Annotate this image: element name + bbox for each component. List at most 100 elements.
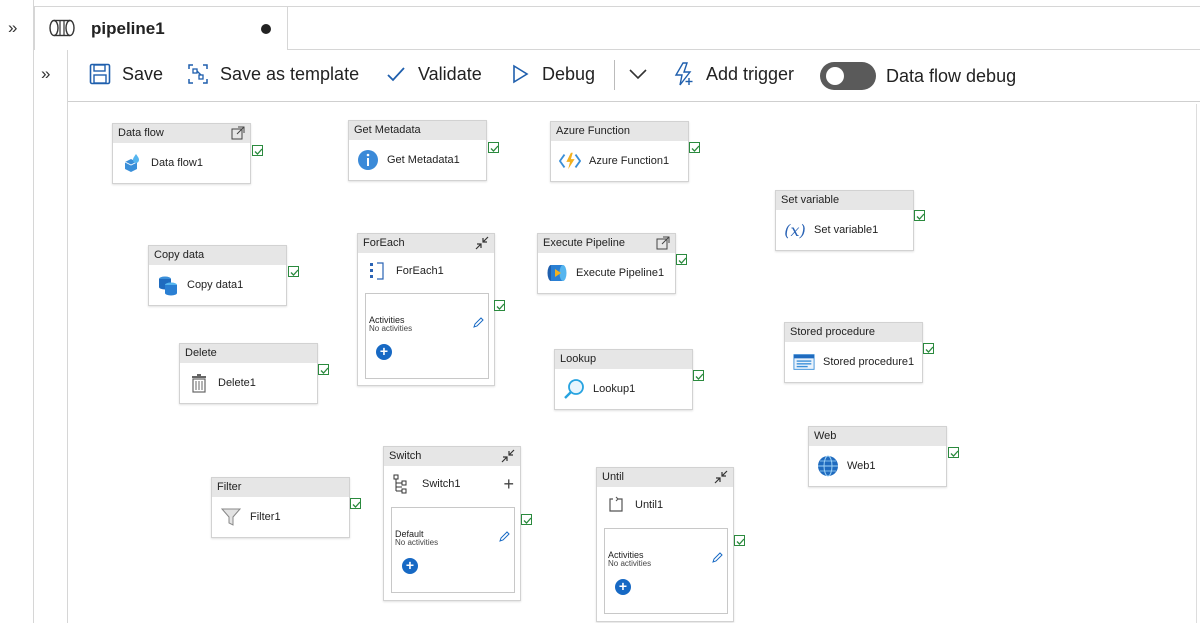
activity-foreach[interactable]: ForEach ForEach1 Activities No activitie… xyxy=(357,233,495,386)
activity-stored-procedure[interactable]: Stored procedure Stored procedure1 xyxy=(784,322,923,383)
collapse-icon[interactable] xyxy=(501,449,515,463)
activity-delete[interactable]: Delete Delete1 xyxy=(179,343,318,404)
activity-copy-data[interactable]: Copy data Copy data1 xyxy=(148,245,287,306)
expand-factory-icon[interactable]: » xyxy=(8,18,17,38)
activity-type-label: Copy data xyxy=(154,249,205,261)
activity-name: Delete1 xyxy=(218,377,256,389)
save-as-template-button[interactable]: Save as template xyxy=(186,62,359,86)
debug-button[interactable]: Debug xyxy=(508,62,595,86)
valid-check-icon xyxy=(734,535,745,546)
pencil-icon[interactable] xyxy=(498,531,510,543)
activity-name: Copy data1 xyxy=(187,279,244,291)
switch-icon xyxy=(392,473,414,495)
activity-web[interactable]: Web Web1 xyxy=(808,426,947,487)
save-button[interactable]: Save xyxy=(88,62,163,86)
inner-sublabel: No activities xyxy=(369,324,413,333)
valid-check-icon xyxy=(494,300,505,311)
variable-icon: (𝑥) xyxy=(784,220,806,240)
until-icon xyxy=(605,494,627,516)
inner-sublabel: No activities xyxy=(608,559,652,568)
activity-name: Azure Function1 xyxy=(589,155,670,167)
tab-divider xyxy=(288,6,1200,7)
pencil-icon[interactable] xyxy=(472,317,484,329)
activity-lookup[interactable]: Lookup Lookup1 xyxy=(554,349,693,410)
azure-function-icon xyxy=(559,150,581,172)
toolbar-separator xyxy=(614,60,615,90)
validate-label: Validate xyxy=(418,63,482,84)
valid-check-icon xyxy=(521,514,532,525)
play-icon xyxy=(508,62,532,86)
expand-activities-icon[interactable]: » xyxy=(41,64,50,84)
add-activity-button[interactable]: + xyxy=(402,558,418,574)
toggle-switch[interactable] xyxy=(820,62,876,90)
add-trigger-button[interactable]: Add trigger xyxy=(672,62,794,86)
validate-button[interactable]: Validate xyxy=(384,62,482,86)
add-activity-button[interactable]: + xyxy=(376,344,392,360)
activity-name: Web1 xyxy=(847,460,876,472)
activity-set-variable[interactable]: Set variable (𝑥) Set variable1 xyxy=(775,190,914,251)
valid-check-icon xyxy=(488,142,499,153)
debug-options-dropdown[interactable] xyxy=(626,62,660,86)
add-case-icon[interactable]: + xyxy=(503,474,514,495)
inner-sublabel: No activities xyxy=(395,538,439,547)
lightning-icon xyxy=(672,62,696,86)
info-icon xyxy=(357,149,379,171)
toggle-knob xyxy=(826,67,844,85)
data-flow-debug-toggle[interactable]: Data flow debug xyxy=(820,62,1016,90)
switch-default-panel[interactable]: Default No activities + xyxy=(391,507,515,593)
pipeline-icon xyxy=(49,19,75,37)
foreach-icon xyxy=(366,260,388,282)
tab-title: pipeline1 xyxy=(91,19,165,38)
save-label: Save xyxy=(122,63,164,84)
pipeline-canvas[interactable]: Data flow Data flow1 Get Metadata Get Me… xyxy=(68,102,1200,623)
add-trigger-label: Add trigger xyxy=(706,63,795,84)
activity-filter[interactable]: Filter Filter1 xyxy=(211,477,350,538)
checkmark-icon xyxy=(384,62,408,86)
activity-type-label: Lookup xyxy=(560,353,597,365)
collapse-icon[interactable] xyxy=(714,470,728,484)
activity-name: Data flow1 xyxy=(151,157,203,169)
copy-data-icon xyxy=(157,274,179,296)
activity-type-label: Azure Function xyxy=(556,125,630,137)
unsaved-indicator xyxy=(261,24,271,34)
save-icon xyxy=(88,62,112,86)
data-flow-debug-label: Data flow debug xyxy=(886,65,1017,86)
open-external-icon[interactable] xyxy=(231,126,245,140)
stored-procedure-icon xyxy=(793,351,815,373)
activity-type-label: Set variable xyxy=(781,194,840,206)
tab-pipeline1[interactable]: pipeline1 xyxy=(34,6,288,50)
activity-type-label: Switch xyxy=(389,450,422,462)
activity-execute-pipeline[interactable]: Execute Pipeline Execute Pipeline1 xyxy=(537,233,676,294)
foreach-activities-panel[interactable]: Activities No activities + xyxy=(365,293,489,379)
activity-until[interactable]: Until Until1 Activities No activities + xyxy=(596,467,734,622)
pencil-icon[interactable] xyxy=(711,552,723,564)
activity-name: Set variable1 xyxy=(814,224,879,236)
add-activity-button[interactable]: + xyxy=(615,579,631,595)
activity-name: Get Metadata1 xyxy=(387,154,460,166)
activity-switch[interactable]: Switch Switch1 + Default No activities + xyxy=(383,446,521,601)
funnel-icon xyxy=(220,506,242,528)
activity-data-flow[interactable]: Data flow Data flow1 xyxy=(112,123,251,184)
activity-type-label: Get Metadata xyxy=(354,124,421,136)
activity-name: Filter1 xyxy=(250,511,281,523)
valid-check-icon xyxy=(948,447,959,458)
activity-name: Until1 xyxy=(635,499,664,511)
valid-check-icon xyxy=(252,145,263,156)
valid-check-icon xyxy=(914,210,925,221)
activity-type-label: Web xyxy=(814,430,837,442)
activities-rail: » xyxy=(34,50,68,623)
activity-name: Lookup1 xyxy=(593,383,636,395)
open-external-icon[interactable] xyxy=(656,236,670,250)
until-activities-panel[interactable]: Activities No activities + xyxy=(604,528,728,614)
save-as-template-label: Save as template xyxy=(220,63,360,84)
toolbar: Save Save as template Validate Debug Add… xyxy=(68,50,1200,102)
magnifier-icon xyxy=(563,378,585,400)
valid-check-icon xyxy=(288,266,299,277)
collapse-icon[interactable] xyxy=(475,236,489,250)
activity-get-metadata[interactable]: Get Metadata Get Metadata1 xyxy=(348,120,487,181)
canvas-right-border xyxy=(1196,104,1197,623)
valid-check-icon xyxy=(923,343,934,354)
activity-azure-function[interactable]: Azure Function Azure Function1 xyxy=(550,121,689,182)
activity-type-label: Filter xyxy=(217,481,242,493)
activity-name: ForEach1 xyxy=(396,265,444,277)
